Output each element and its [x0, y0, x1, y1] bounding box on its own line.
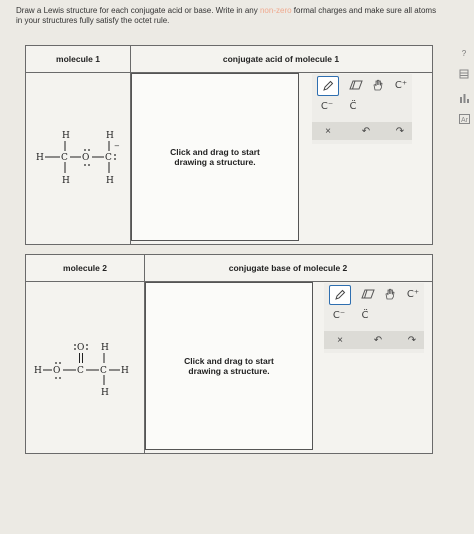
- drawing-canvas-1[interactable]: Click and drag to start drawing a struct…: [131, 73, 299, 241]
- drawing-toolbar-1: C⁺ C⁻ C̈ × ↶ ↷: [312, 74, 412, 144]
- lone-pair-tool[interactable]: C̈: [344, 98, 362, 114]
- atom-label: H: [121, 366, 129, 376]
- hand-tool[interactable]: [381, 285, 399, 303]
- atom-label: O: [82, 153, 89, 163]
- eraser-tool[interactable]: [358, 285, 378, 303]
- instructions: Draw a Lewis structure for each conjugat…: [16, 6, 437, 25]
- molecule-1-structure: H H H C O C − H H: [36, 131, 120, 186]
- atom-label: H: [101, 343, 109, 353]
- atom-label: O: [77, 343, 84, 353]
- conjugate-acid-header: conjugate acid of molecule 1: [130, 46, 432, 73]
- atom-label: C: [77, 366, 84, 376]
- undo-button[interactable]: ↶: [358, 123, 374, 139]
- drawing-toolbar-2: C⁺ C⁻ C̈ × ↶ ↷: [324, 283, 424, 353]
- molecule-1-header: molecule 1: [26, 46, 130, 73]
- negative-charge-tool[interactable]: C⁻: [330, 307, 348, 323]
- atom-label: H: [36, 153, 44, 163]
- periodic-table-icon[interactable]: Ar: [458, 113, 470, 125]
- atom-label: H: [62, 176, 70, 186]
- atom-label: H: [62, 131, 70, 141]
- panel-molecule-1: molecule 1 conjugate acid of molecule 1 …: [25, 45, 433, 245]
- redo-button[interactable]: ↷: [392, 123, 408, 139]
- atom-label: H: [106, 131, 114, 141]
- atom-label: O: [53, 366, 60, 376]
- grid-icon[interactable]: [458, 68, 470, 80]
- molecule-2-structure: O H H O C C H H: [34, 343, 129, 398]
- help-icon[interactable]: ?: [458, 47, 470, 59]
- positive-charge-tool[interactable]: C⁺: [392, 76, 410, 94]
- hand-tool[interactable]: [369, 76, 387, 94]
- conjugate-base-header: conjugate base of molecule 2: [144, 255, 432, 282]
- canvas-prompt: Click and drag to start drawing a struct…: [184, 356, 274, 376]
- eraser-tool[interactable]: [346, 76, 366, 94]
- atom-label: H: [106, 176, 114, 186]
- clear-button[interactable]: ×: [332, 332, 348, 348]
- drawing-canvas-2[interactable]: Click and drag to start drawing a struct…: [145, 282, 313, 450]
- canvas-prompt: Click and drag to start drawing a struct…: [170, 147, 260, 167]
- atom-label: C: [100, 366, 107, 376]
- svg-text:Ar: Ar: [461, 117, 469, 124]
- molecule-2-header: molecule 2: [26, 255, 144, 282]
- lone-pair-tool[interactable]: C̈: [356, 307, 374, 323]
- pencil-tool[interactable]: [329, 285, 351, 305]
- formal-charge: −: [114, 142, 120, 150]
- clear-button[interactable]: ×: [320, 123, 336, 139]
- atom-label: C: [61, 153, 68, 163]
- negative-charge-tool[interactable]: C⁻: [318, 98, 336, 114]
- panel-molecule-2: molecule 2 conjugate base of molecule 2 …: [25, 254, 433, 454]
- positive-charge-tool[interactable]: C⁺: [404, 285, 422, 303]
- atom-label: C: [105, 153, 112, 163]
- chart-icon[interactable]: [458, 92, 470, 104]
- faded-text: non-zero: [259, 6, 292, 15]
- redo-button[interactable]: ↷: [404, 332, 420, 348]
- atom-label: H: [34, 366, 42, 376]
- atom-label: H: [101, 388, 109, 398]
- pencil-tool[interactable]: [317, 76, 339, 96]
- undo-button[interactable]: ↶: [370, 332, 386, 348]
